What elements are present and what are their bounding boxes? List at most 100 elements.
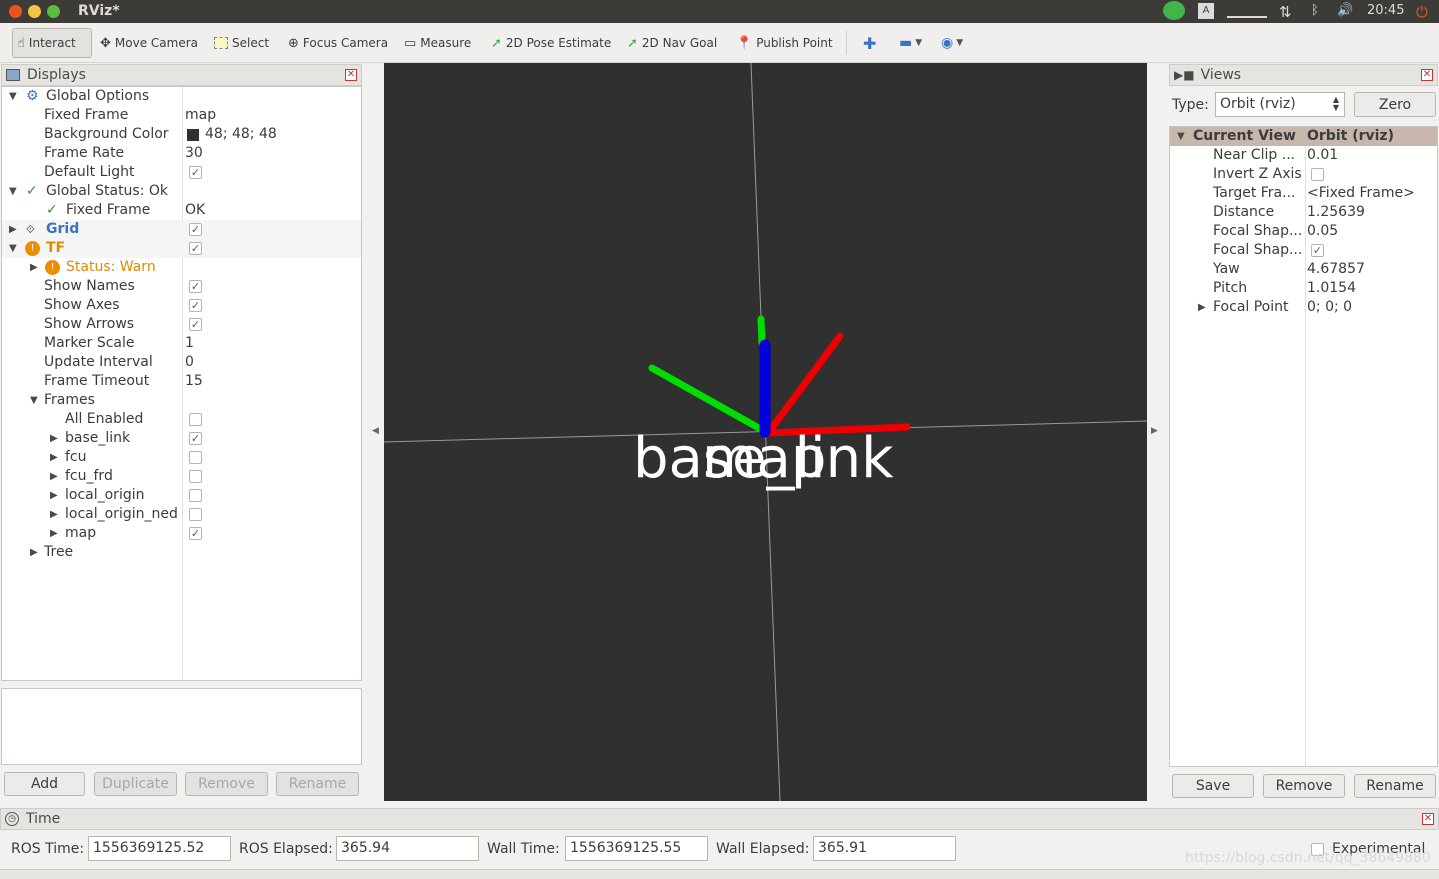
close-icon[interactable]: ✕ bbox=[1422, 813, 1434, 825]
remove-tool-button[interactable]: ▬ ▼ bbox=[895, 28, 926, 58]
checkbox-checked[interactable]: ✓ bbox=[189, 432, 202, 445]
tree-row-frame-fcu-frd[interactable]: ▶ fcu_frd bbox=[2, 467, 361, 486]
publish-point-tool-button[interactable]: 📍 Publish Point bbox=[732, 28, 837, 58]
wall-elapsed-field[interactable]: 365.91 bbox=[813, 836, 956, 861]
rename-display-button[interactable]: Rename bbox=[276, 772, 359, 796]
2d-nav-goal-tool-button[interactable]: ➚ 2D Nav Goal bbox=[623, 28, 721, 58]
remove-view-button[interactable]: Remove bbox=[1263, 774, 1345, 798]
keyboard-layout-icon[interactable]: A bbox=[1198, 3, 1214, 19]
add-tool-button[interactable]: ✚ bbox=[859, 28, 880, 58]
checkbox-checked[interactable]: ✓ bbox=[189, 527, 202, 540]
view-row-near-clip[interactable]: Near Clip ... 0.01 bbox=[1170, 146, 1437, 165]
maximize-window-button[interactable] bbox=[47, 5, 60, 18]
close-icon[interactable]: ✕ bbox=[345, 69, 357, 81]
rename-view-button[interactable]: Rename bbox=[1354, 774, 1436, 798]
expand-arrow-icon[interactable]: ▼ bbox=[9, 87, 17, 106]
expand-arrow-icon[interactable]: ▼ bbox=[30, 391, 38, 410]
checkbox-checked[interactable]: ✓ bbox=[189, 299, 202, 312]
collapse-arrow-icon[interactable]: ▶ bbox=[30, 258, 38, 277]
tree-row-fixed-frame-status[interactable]: ✓ Fixed Frame OK bbox=[2, 201, 361, 220]
color-swatch[interactable] bbox=[187, 129, 199, 141]
bluetooth-icon[interactable]: ᛒ bbox=[1311, 3, 1319, 18]
focus-camera-tool-button[interactable]: ⊕ Focus Camera bbox=[284, 28, 392, 58]
remove-display-button[interactable]: Remove bbox=[185, 772, 268, 796]
measure-tool-button[interactable]: ▭ Measure bbox=[400, 28, 475, 58]
tree-row-global-status[interactable]: ▼ ✓ Global Status: Ok bbox=[2, 182, 361, 201]
checkbox-unchecked[interactable] bbox=[189, 508, 202, 521]
tree-row-tree[interactable]: ▶ Tree bbox=[2, 543, 361, 562]
view-row-invert-z[interactable]: Invert Z Axis bbox=[1170, 165, 1437, 184]
collapse-arrow-icon[interactable]: ▶ bbox=[50, 486, 58, 505]
tree-row-frame-local-origin-ned[interactable]: ▶ local_origin_ned bbox=[2, 505, 361, 524]
power-icon[interactable]: ⏻ bbox=[1416, 3, 1428, 21]
tree-row-frame-map[interactable]: ▶ map ✓ bbox=[2, 524, 361, 543]
tree-row-frame-timeout[interactable]: Frame Timeout 15 bbox=[2, 372, 361, 391]
collapse-arrow-icon[interactable]: ▶ bbox=[30, 543, 38, 562]
view-row-yaw[interactable]: Yaw 4.67857 bbox=[1170, 260, 1437, 279]
current-view-row[interactable]: ▼ Current View Orbit (rviz) bbox=[1170, 127, 1437, 146]
collapse-arrow-icon[interactable]: ▶ bbox=[50, 429, 58, 448]
tree-row-tf[interactable]: ▼! TF ✓ bbox=[2, 239, 361, 258]
checkbox-unchecked[interactable] bbox=[189, 470, 202, 483]
minimize-window-button[interactable] bbox=[28, 5, 41, 18]
collapse-right-icon[interactable]: ▶ bbox=[1151, 426, 1158, 436]
checkbox-checked[interactable]: ✓ bbox=[189, 242, 202, 255]
duplicate-display-button[interactable]: Duplicate bbox=[94, 772, 177, 796]
add-display-button[interactable]: Add bbox=[4, 772, 85, 796]
view-row-focal-point[interactable]: ▶ Focal Point 0; 0; 0 bbox=[1170, 298, 1437, 317]
wall-time-field[interactable]: 1556369125.55 bbox=[565, 836, 708, 861]
collapse-arrow-icon[interactable]: ▶ bbox=[50, 467, 58, 486]
displays-tree[interactable]: ▼ ⚙ Global Options Fixed Frame map Backgrou… bbox=[1, 86, 362, 681]
checkbox-checked[interactable]: ✓ bbox=[189, 223, 202, 236]
checkbox-unchecked[interactable] bbox=[189, 413, 202, 426]
tree-row-global-options[interactable]: ▼ ⚙ Global Options bbox=[2, 87, 361, 106]
view-type-dropdown[interactable]: Orbit (rviz) ▲ ▼ bbox=[1215, 92, 1345, 117]
interact-tool-button[interactable]: ☝ Interact bbox=[12, 28, 92, 58]
tree-row-show-arrows[interactable]: Show Arrows ✓ bbox=[2, 315, 361, 334]
render-scene[interactable]: base_link map bbox=[384, 63, 1147, 801]
view-row-pitch[interactable]: Pitch 1.0154 bbox=[1170, 279, 1437, 298]
collapse-arrow-icon[interactable]: ▶ bbox=[50, 524, 58, 543]
system-monitor-icon[interactable] bbox=[1227, 8, 1267, 18]
tree-row-frames[interactable]: ▼ Frames bbox=[2, 391, 361, 410]
checkbox-unchecked[interactable] bbox=[189, 489, 202, 502]
view-row-target-frame[interactable]: Target Fra... <Fixed Frame> bbox=[1170, 184, 1437, 203]
collapse-arrow-icon[interactable]: ▶ bbox=[9, 220, 17, 239]
2d-pose-estimate-tool-button[interactable]: ➚ 2D Pose Estimate bbox=[487, 28, 615, 58]
close-window-button[interactable] bbox=[9, 5, 22, 18]
tree-row-update-interval[interactable]: Update Interval 0 bbox=[2, 353, 361, 372]
ros-time-field[interactable]: 1556369125.52 bbox=[88, 836, 231, 861]
move-camera-tool-button[interactable]: ✥ Move Camera bbox=[96, 28, 202, 58]
network-icon[interactable]: ⇅ bbox=[1279, 3, 1292, 21]
expand-arrow-icon[interactable]: ▼ bbox=[9, 239, 17, 258]
tree-row-background-color[interactable]: Background Color 48; 48; 48 bbox=[2, 125, 361, 144]
select-tool-button[interactable]: Select bbox=[210, 28, 273, 58]
tree-row-grid[interactable]: ▶ ⟐ Grid ✓ bbox=[2, 220, 361, 239]
close-icon[interactable]: ✕ bbox=[1421, 69, 1433, 81]
checkbox-unchecked[interactable] bbox=[1311, 168, 1324, 181]
zero-view-button[interactable]: Zero bbox=[1354, 92, 1436, 117]
telegram-icon[interactable] bbox=[1163, 1, 1185, 20]
ros-elapsed-field[interactable]: 365.94 bbox=[336, 836, 479, 861]
clock[interactable]: 20:45 bbox=[1367, 3, 1404, 18]
view-row-focal-shape-size[interactable]: Focal Shap... 0.05 bbox=[1170, 222, 1437, 241]
save-view-button[interactable]: Save bbox=[1172, 774, 1254, 798]
tree-row-frame-base-link[interactable]: ▶ base_link ✓ bbox=[2, 429, 361, 448]
tree-row-status-warn[interactable]: ▶! Status: Warn bbox=[2, 258, 361, 277]
tree-row-default-light[interactable]: Default Light ✓ bbox=[2, 163, 361, 182]
3d-viewport[interactable]: base_link map bbox=[384, 63, 1147, 801]
tree-row-frame-local-origin[interactable]: ▶ local_origin bbox=[2, 486, 361, 505]
tree-row-show-axes[interactable]: Show Axes ✓ bbox=[2, 296, 361, 315]
view-row-focal-shape-fixed[interactable]: Focal Shap... ✓ bbox=[1170, 241, 1437, 260]
collapse-arrow-icon[interactable]: ▶ bbox=[50, 505, 58, 524]
checkbox-checked[interactable]: ✓ bbox=[189, 280, 202, 293]
tree-row-marker-scale[interactable]: Marker Scale 1 bbox=[2, 334, 361, 353]
tree-row-show-names[interactable]: Show Names ✓ bbox=[2, 277, 361, 296]
tree-row-frame-fcu[interactable]: ▶ fcu bbox=[2, 448, 361, 467]
tree-row-frame-rate[interactable]: Frame Rate 30 bbox=[2, 144, 361, 163]
expand-arrow-icon[interactable]: ▼ bbox=[1177, 127, 1185, 146]
view-row-distance[interactable]: Distance 1.25639 bbox=[1170, 203, 1437, 222]
checkbox-checked[interactable]: ✓ bbox=[189, 318, 202, 331]
volume-icon[interactable]: 🔊 bbox=[1337, 3, 1353, 18]
tree-row-all-enabled[interactable]: All Enabled bbox=[2, 410, 361, 429]
